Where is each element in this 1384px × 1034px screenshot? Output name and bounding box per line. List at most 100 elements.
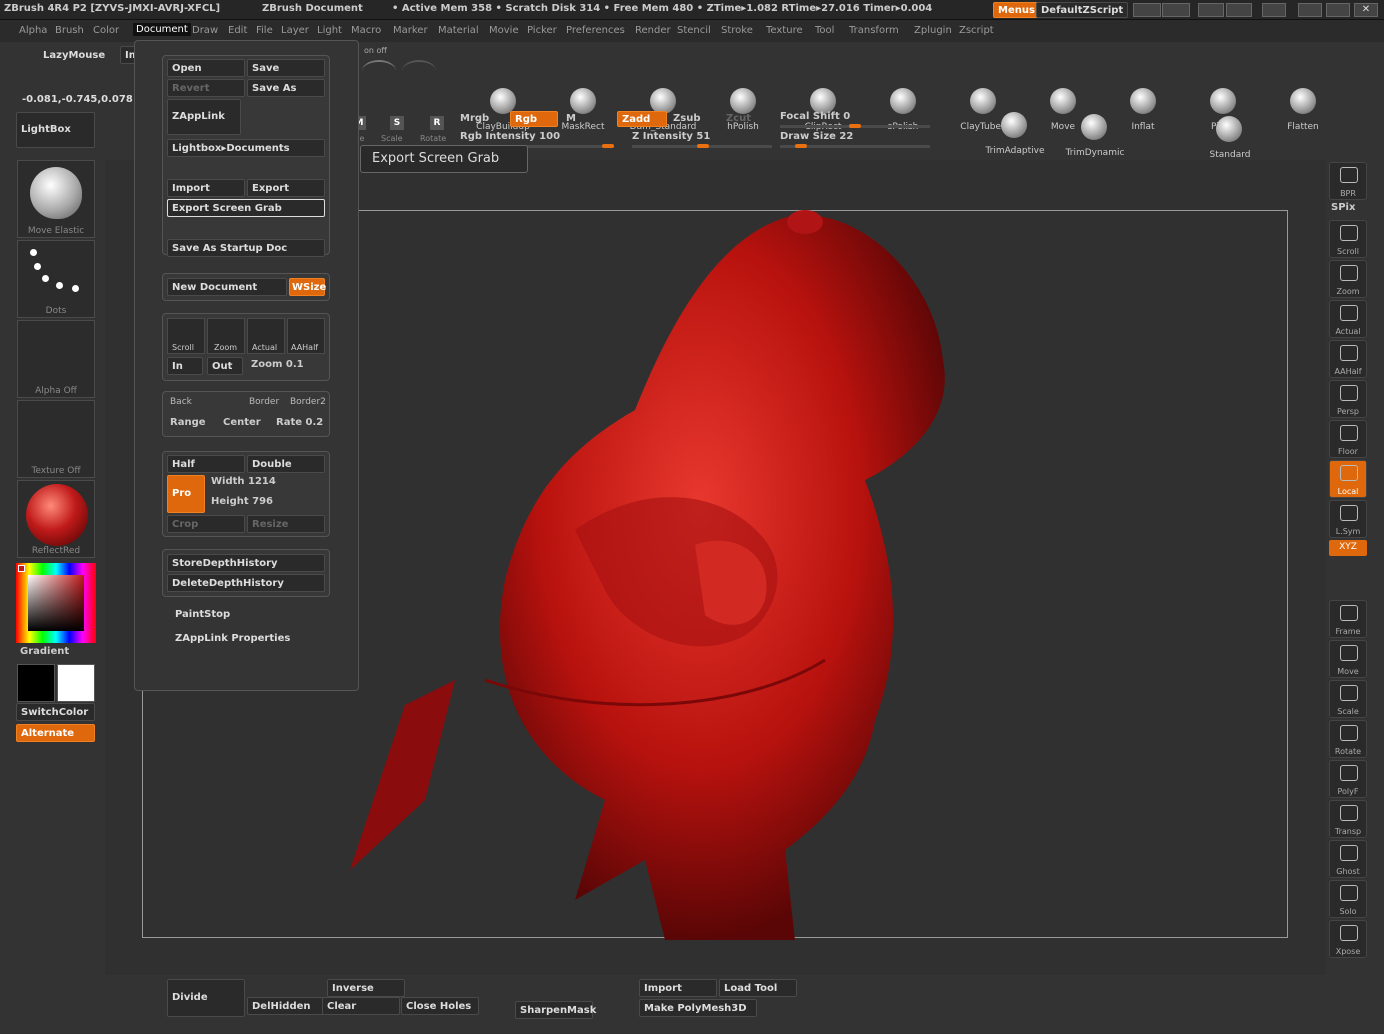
half-button[interactable]: Half bbox=[167, 455, 245, 473]
zoom-value[interactable]: Zoom 0.1 bbox=[251, 359, 304, 370]
lazymouse-button[interactable]: LazyMouse bbox=[38, 46, 111, 64]
layout-alt-icon[interactable] bbox=[1226, 3, 1252, 17]
menu-edit[interactable]: Edit bbox=[228, 25, 247, 36]
focal-shift-slider[interactable] bbox=[780, 124, 930, 128]
texture-thumb[interactable]: Texture Off bbox=[17, 400, 95, 478]
divide-button[interactable]: Divide bbox=[167, 979, 245, 1017]
m-button[interactable]: M bbox=[566, 113, 576, 124]
draw-size-slider[interactable] bbox=[780, 144, 930, 148]
close-icon[interactable]: ✕ bbox=[1354, 3, 1378, 17]
new-document-button[interactable]: New Document bbox=[167, 278, 287, 296]
resize-button[interactable]: Resize bbox=[247, 515, 325, 533]
current-brush-thumb[interactable]: Move Elastic bbox=[17, 160, 95, 238]
delete-depth-history-button[interactable]: DeleteDepthHistory bbox=[167, 574, 325, 592]
menu-color[interactable]: Color bbox=[93, 25, 119, 36]
zapplink-properties-item[interactable]: ZAppLink Properties bbox=[175, 633, 290, 644]
export-document-button[interactable]: Export bbox=[247, 179, 325, 197]
aahalf-doc-button[interactable]: AAHalf bbox=[287, 318, 325, 354]
menu-texture[interactable]: Texture bbox=[766, 25, 803, 36]
actual-doc-button[interactable]: Actual bbox=[247, 318, 285, 354]
menu-zplugin[interactable]: Zplugin bbox=[914, 25, 952, 36]
switch-color-button[interactable]: SwitchColor bbox=[16, 703, 95, 721]
make-polymesh-button[interactable]: Make PolyMesh3D bbox=[639, 999, 757, 1017]
lightbox-documents-button[interactable]: Lightbox▸Documents bbox=[167, 139, 325, 157]
delhidden-button[interactable]: DelHidden bbox=[247, 997, 325, 1015]
menu-macro[interactable]: Macro bbox=[351, 25, 381, 36]
border-label[interactable]: Border bbox=[249, 397, 279, 407]
inverse-button[interactable]: Inverse bbox=[327, 979, 405, 997]
layout-icon[interactable] bbox=[1198, 3, 1224, 17]
width-slider[interactable]: Width 1214 bbox=[211, 476, 276, 487]
menu-picker[interactable]: Picker bbox=[527, 25, 557, 36]
menus-button[interactable]: Menus bbox=[993, 2, 1040, 18]
alpha-thumb[interactable]: Alpha Off bbox=[17, 320, 95, 398]
color-square[interactable] bbox=[28, 575, 84, 631]
right-persp-button[interactable]: Persp bbox=[1329, 380, 1367, 418]
import-tool-bottom-button[interactable]: Import bbox=[639, 979, 717, 997]
menu-stencil[interactable]: Stencil bbox=[677, 25, 711, 36]
right-floor-button[interactable]: Floor bbox=[1329, 420, 1367, 458]
right-polyf-button[interactable]: PolyF bbox=[1329, 760, 1367, 798]
menu-render[interactable]: Render bbox=[635, 25, 671, 36]
menu-transform[interactable]: Transform bbox=[849, 25, 899, 36]
zadd-button[interactable]: Zadd bbox=[617, 111, 667, 127]
right-xyz-button[interactable]: XYZ bbox=[1329, 540, 1367, 556]
menu-zscript[interactable]: Zscript bbox=[959, 25, 994, 36]
menu-preferences[interactable]: Preferences bbox=[566, 25, 625, 36]
lock-icon[interactable] bbox=[1262, 3, 1286, 17]
mrgb-button[interactable]: Mrgb bbox=[460, 113, 489, 124]
menu-alpha[interactable]: Alpha bbox=[19, 25, 47, 36]
trim-adaptive-brush[interactable]: TrimAdaptive bbox=[977, 110, 1053, 156]
menu-light[interactable]: Light bbox=[317, 25, 342, 36]
revert-button[interactable]: Revert bbox=[167, 79, 245, 97]
save-as-button[interactable]: Save As bbox=[247, 79, 325, 97]
trim-dynamic-brush[interactable]: TrimDynamic bbox=[1057, 112, 1133, 158]
sharpenmask-button[interactable]: SharpenMask bbox=[515, 1001, 596, 1019]
paintstop-item[interactable]: PaintStop bbox=[175, 609, 230, 620]
save-as-startup-doc-button[interactable]: Save As Startup Doc bbox=[167, 239, 325, 257]
menu-file[interactable]: File bbox=[256, 25, 273, 36]
right-spix-button[interactable]: SPix bbox=[1331, 202, 1355, 213]
right-ghost-button[interactable]: Ghost bbox=[1329, 840, 1367, 878]
secondary-color-swatch[interactable] bbox=[57, 664, 95, 702]
right-local-button[interactable]: Local bbox=[1329, 460, 1367, 498]
wsize-button[interactable]: WSize bbox=[289, 278, 326, 296]
right-xpose-button[interactable]: Xpose bbox=[1329, 920, 1367, 958]
rgb-button[interactable]: Rgb bbox=[510, 111, 558, 127]
back-label[interactable]: Back bbox=[170, 397, 192, 407]
rotate-mode-button[interactable]: R Rotate bbox=[420, 114, 452, 143]
right-bpr-button[interactable]: BPR bbox=[1329, 162, 1367, 200]
alternate-button[interactable]: Alternate bbox=[16, 724, 95, 742]
zsub-button[interactable]: Zsub bbox=[673, 113, 700, 124]
menu-material[interactable]: Material bbox=[438, 25, 479, 36]
right-transp-button[interactable]: Transp bbox=[1329, 800, 1367, 838]
close-holes-button[interactable]: Close Holes bbox=[401, 997, 479, 1015]
right-zoom-button[interactable]: Zoom bbox=[1329, 260, 1367, 298]
lightbox-button[interactable]: LightBox bbox=[16, 112, 95, 148]
menu-stroke[interactable]: Stroke bbox=[721, 25, 753, 36]
open-button[interactable]: Open bbox=[167, 59, 245, 77]
right-actual-button[interactable]: Actual bbox=[1329, 300, 1367, 338]
stroke-thumb[interactable]: Dots bbox=[17, 240, 95, 318]
load-tool-button[interactable]: Load Tool bbox=[719, 979, 797, 997]
scroll-doc-button[interactable]: Scroll bbox=[167, 318, 205, 354]
zoom-in-button[interactable]: In bbox=[167, 357, 203, 375]
menu-tool[interactable]: Tool bbox=[815, 25, 834, 36]
material-thumb[interactable]: ReflectRed bbox=[17, 480, 95, 558]
menu-movie[interactable]: Movie bbox=[489, 25, 519, 36]
right-scale-button[interactable]: Scale bbox=[1329, 680, 1367, 718]
zcut-button[interactable]: Zcut bbox=[726, 113, 751, 124]
right-frame-button[interactable]: Frame bbox=[1329, 600, 1367, 638]
rate-slider[interactable]: Rate 0.2 bbox=[276, 417, 323, 428]
menu-marker[interactable]: Marker bbox=[393, 25, 428, 36]
range-slider[interactable]: Range bbox=[170, 417, 206, 428]
color-picker[interactable] bbox=[16, 563, 96, 643]
store-depth-history-button[interactable]: StoreDepthHistory bbox=[167, 554, 325, 572]
import-document-button[interactable]: Import bbox=[167, 179, 245, 197]
clear-button[interactable]: Clear bbox=[322, 997, 400, 1015]
right-rotate-button[interactable]: Rotate bbox=[1329, 720, 1367, 758]
height-slider[interactable]: Height 796 bbox=[211, 496, 273, 507]
z-intensity-slider[interactable] bbox=[632, 144, 772, 148]
menu-brush[interactable]: Brush bbox=[55, 25, 84, 36]
border2-label[interactable]: Border2 bbox=[290, 397, 326, 407]
